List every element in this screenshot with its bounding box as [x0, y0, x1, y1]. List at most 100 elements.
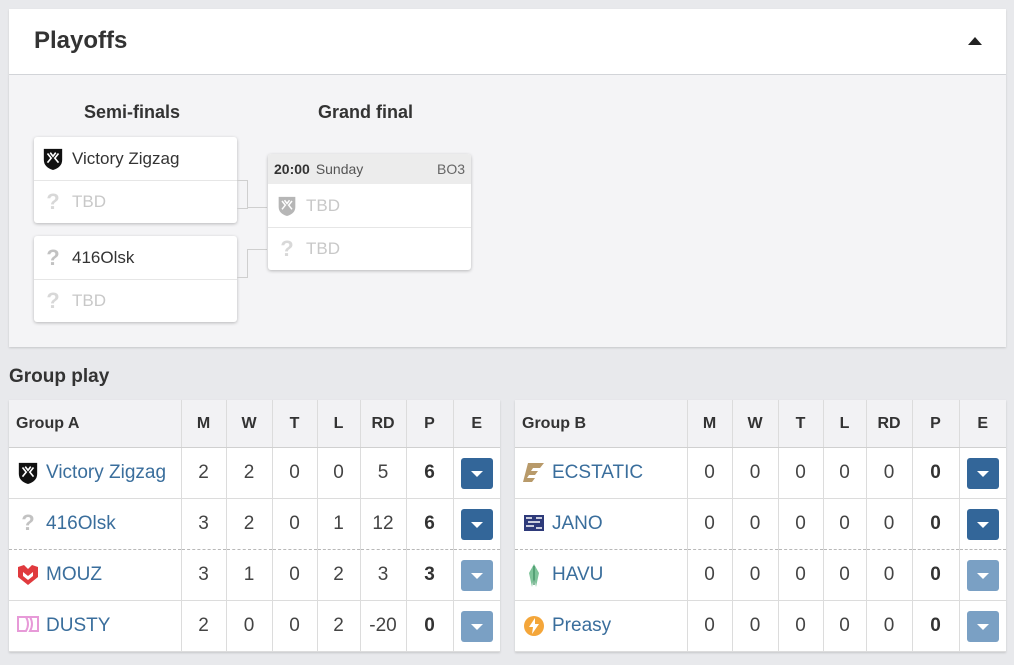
- round-title-final: Grand final: [318, 102, 414, 122]
- round-diff-cell: 12: [360, 498, 407, 550]
- expand-cell: [959, 600, 1006, 652]
- question-mark-icon: ?: [46, 288, 60, 313]
- points-cell: 0: [406, 600, 454, 652]
- column-header: RD: [866, 400, 913, 448]
- question-mark-icon: ?: [46, 189, 60, 214]
- wins-cell: 0: [732, 549, 779, 601]
- points-cell: 6: [406, 498, 454, 550]
- playoffs-header[interactable]: Playoffs: [9, 9, 1006, 75]
- victory-zigzag-logo: [16, 461, 40, 485]
- question-mark-icon: ?: [280, 236, 294, 261]
- expand-button[interactable]: [460, 610, 493, 642]
- semifinal-match-2[interactable]: ? 416Olsk ? TBD: [34, 236, 237, 322]
- havu-logo: [522, 563, 546, 587]
- table-header-row: Group B M W T L RD P E: [515, 400, 1006, 448]
- table-row: ? 416Olsk 3 2 0 1 12 6: [9, 498, 500, 550]
- wins-cell: 0: [732, 447, 779, 499]
- team-name: 416Olsk: [72, 247, 135, 267]
- matches-cell: 2: [181, 447, 227, 499]
- table-row: MOUZ 3 1 0 2 3 3: [9, 549, 500, 601]
- round-diff-cell: 3: [360, 549, 407, 601]
- bracket-slot[interactable]: ? 416Olsk: [34, 236, 237, 279]
- expand-button[interactable]: [460, 508, 493, 540]
- group-a-table: Group A M W T L RD P E Victory Zigzag 2 …: [9, 400, 500, 652]
- column-header: T: [272, 400, 318, 448]
- losses-cell: 0: [317, 447, 361, 499]
- points-cell: 0: [912, 600, 960, 652]
- team-link[interactable]: HAVU: [552, 564, 603, 585]
- team-link[interactable]: JANO: [552, 513, 603, 534]
- ties-cell: 0: [778, 600, 824, 652]
- mouz-logo: [16, 563, 40, 587]
- ties-cell: 0: [778, 447, 824, 499]
- team-link[interactable]: DUSTY: [46, 615, 110, 636]
- group-name: Group B: [515, 400, 688, 448]
- team-name: TBD: [72, 291, 106, 310]
- bracket-slot: ? TBD: [34, 279, 237, 322]
- expand-button[interactable]: [460, 457, 493, 489]
- losses-cell: 0: [823, 447, 867, 499]
- table-header-row: Group A M W T L RD P E: [9, 400, 500, 448]
- match-header: 20:00 Sunday BO3: [268, 154, 471, 184]
- ties-cell: 0: [272, 600, 318, 652]
- bracket-connector: [237, 249, 248, 278]
- column-header: RD: [360, 400, 407, 448]
- ties-cell: 0: [272, 549, 318, 601]
- wins-cell: 0: [226, 600, 273, 652]
- round-diff-cell: 0: [866, 600, 913, 652]
- table-row: Victory Zigzag 2 2 0 0 5 6: [9, 447, 500, 499]
- question-mark-icon: ?: [21, 510, 35, 535]
- round-diff-cell: -20: [360, 600, 407, 652]
- team-link[interactable]: MOUZ: [46, 564, 102, 585]
- matches-cell: 0: [687, 549, 733, 601]
- match-day: Sunday: [315, 161, 364, 177]
- expand-button[interactable]: [966, 559, 999, 591]
- round-diff-cell: 0: [866, 498, 913, 550]
- table-row: JANO 0 0 0 0 0 0: [515, 498, 1006, 550]
- group-play-title: Group play: [9, 366, 110, 387]
- wins-cell: 1: [226, 549, 273, 601]
- losses-cell: 0: [823, 549, 867, 601]
- ties-cell: 0: [272, 447, 318, 499]
- team-link[interactable]: Victory Zigzag: [46, 462, 166, 483]
- group-b-table: Group B M W T L RD P E ECSTATIC 0 0 0 0 …: [515, 400, 1006, 652]
- bracket-slot[interactable]: Victory Zigzag: [34, 137, 237, 180]
- team-cell: DUSTY: [9, 600, 182, 652]
- column-header: T: [778, 400, 824, 448]
- column-header: M: [687, 400, 733, 448]
- expand-cell: [453, 600, 500, 652]
- expand-button[interactable]: [966, 457, 999, 489]
- match-format: BO3: [436, 161, 465, 177]
- round-diff-cell: 5: [360, 447, 407, 499]
- losses-cell: 0: [823, 498, 867, 550]
- ecstatic-logo: [522, 461, 546, 485]
- matches-cell: 0: [687, 447, 733, 499]
- bracket-connector: [247, 249, 267, 250]
- team-link[interactable]: Preasy: [552, 615, 611, 636]
- round-title-semis: Semi-finals: [84, 102, 181, 122]
- ties-cell: 0: [778, 498, 824, 550]
- column-header: L: [317, 400, 361, 448]
- wins-cell: 2: [226, 447, 273, 499]
- wins-cell: 2: [226, 498, 273, 550]
- column-header: M: [181, 400, 227, 448]
- column-header: W: [732, 400, 779, 448]
- matches-cell: 3: [181, 498, 227, 550]
- team-link[interactable]: 416Olsk: [46, 513, 116, 534]
- team-cell: ? 416Olsk: [9, 498, 182, 550]
- bracket-slot: TBD: [268, 184, 471, 227]
- expand-cell: [959, 447, 1006, 499]
- expand-button[interactable]: [460, 559, 493, 591]
- expand-button[interactable]: [966, 610, 999, 642]
- semifinal-match-1[interactable]: Victory Zigzag ? TBD: [34, 137, 237, 223]
- losses-cell: 0: [823, 600, 867, 652]
- bracket-connector: [247, 207, 267, 208]
- expand-button[interactable]: [966, 508, 999, 540]
- victory-zigzag-logo: [42, 147, 64, 171]
- collapse-icon[interactable]: [968, 37, 982, 45]
- points-cell: 6: [406, 447, 454, 499]
- column-header: E: [959, 400, 1006, 448]
- preasy-logo: [522, 614, 546, 638]
- team-link[interactable]: ECSTATIC: [552, 462, 643, 483]
- grand-final-match[interactable]: 20:00 Sunday BO3 TBD ? TBD: [268, 154, 471, 270]
